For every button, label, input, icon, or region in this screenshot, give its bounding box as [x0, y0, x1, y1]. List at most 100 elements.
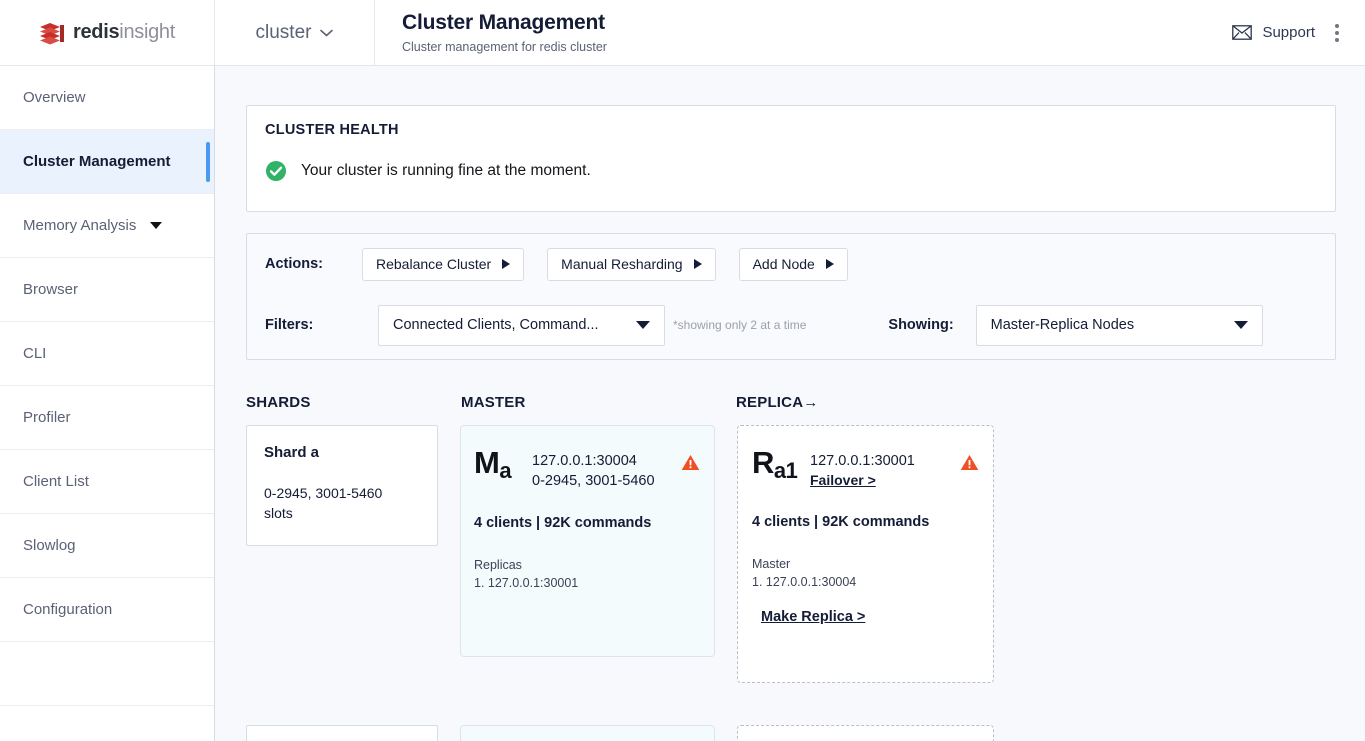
shard-row: Shard b Mb 127.0.0.1:30002 Rb1 [246, 725, 1336, 741]
replica-node-address: 127.0.0.1:30001 [810, 453, 915, 469]
replica-node-relation: Master 1. 127.0.0.1:30004 [752, 556, 979, 592]
column-header-master: MASTER [461, 394, 526, 411]
top-bar-actions: Support [1232, 19, 1365, 47]
main-content: CLUSTER HEALTH Your cluster is running f… [215, 66, 1365, 741]
sidebar-item-memory-analysis[interactable]: Memory Analysis [0, 194, 214, 258]
sidebar: Overview Cluster Management Memory Analy… [0, 66, 215, 741]
master-node-slots: 0-2945, 3001-5460 [532, 473, 655, 489]
warning-triangle-icon[interactable] [681, 448, 700, 471]
sidebar-spacer [0, 642, 214, 706]
cluster-selector[interactable]: cluster [215, 0, 375, 66]
cluster-health-title: CLUSTER HEALTH [265, 122, 399, 138]
replica-node-stats: 4 clients | 92K commands [752, 514, 930, 530]
manual-resharding-button[interactable]: Manual Resharding [547, 247, 716, 281]
replica-relation-value: 1. 127.0.0.1:30004 [752, 574, 857, 589]
showing-select[interactable]: Master-Replica Nodes [975, 304, 1263, 346]
column-header-shards: SHARDS [246, 394, 311, 411]
showing-selected-value: Master-Replica Nodes [990, 317, 1135, 333]
add-node-button[interactable]: Add Node [738, 247, 848, 281]
sidebar-item-label: Configuration [23, 601, 113, 618]
page-subtitle: Cluster management for redis cluster [402, 40, 607, 54]
master-relation-label: Replicas [474, 558, 522, 572]
replica-node-card[interactable]: Rb1 127.0.0.1:30006 [737, 725, 994, 741]
brand-bold: redis [72, 21, 120, 43]
brand-logo[interactable]: redisinsight [0, 0, 215, 66]
replica-badge-sub: a1 [773, 458, 798, 483]
sidebar-item-label: Browser [23, 281, 79, 298]
triangle-right-icon [502, 259, 511, 269]
cluster-health-message: Your cluster is running fine at the mome… [301, 162, 591, 179]
caret-down-icon [636, 321, 650, 329]
sidebar-item-label: Client List [23, 473, 89, 490]
manual-resharding-label: Manual Resharding [561, 256, 683, 272]
shard-slots: 0-2945, 3001-5460 slots [264, 485, 383, 522]
sidebar-item-overview[interactable]: Overview [0, 66, 214, 130]
brand-wordmark: redisinsight [73, 21, 175, 44]
replica-node-card[interactable]: Ra1 127.0.0.1:30001 Failover > 4 clients… [737, 425, 994, 683]
page-heading: Cluster Management Cluster management fo… [375, 11, 607, 54]
make-replica-link[interactable]: Make Replica > [761, 609, 865, 625]
actions-row: Actions: Rebalance Cluster Manual Reshar… [265, 234, 1335, 294]
cluster-grid: Shard a 0-2945, 3001-5460 slots Ma 127.0… [246, 425, 1336, 741]
shard-card[interactable]: Shard a 0-2945, 3001-5460 slots [246, 425, 438, 546]
cluster-health-panel: CLUSTER HEALTH Your cluster is running f… [246, 105, 1336, 212]
master-node-stats: 4 clients | 92K commands [474, 515, 652, 531]
top-bar: redisinsight cluster Cluster Management … [0, 0, 1365, 66]
triangle-right-icon [693, 259, 702, 269]
master-node-badge: Ma [474, 445, 532, 482]
filters-label: Filters: [265, 317, 314, 333]
actions-label: Actions: [265, 256, 323, 272]
sidebar-item-cluster-management[interactable]: Cluster Management [0, 130, 214, 194]
check-circle-icon [265, 160, 287, 182]
support-label: Support [1262, 24, 1315, 41]
filters-note: *showing only 2 at a time [673, 318, 807, 332]
master-node-relation: Replicas 1. 127.0.0.1:30001 [474, 557, 700, 593]
redis-logo-icon [39, 20, 65, 46]
chevron-down-icon [320, 29, 334, 37]
actions-filters-panel: Actions: Rebalance Cluster Manual Reshar… [246, 233, 1336, 360]
master-node-address: 127.0.0.1:30004 [532, 453, 637, 469]
master-node-card[interactable]: Ma 127.0.0.1:30004 0-2945, 3001-5460 4 c… [460, 425, 715, 657]
sidebar-item-label: Profiler [23, 409, 71, 426]
replica-node-badge: Ra1 [752, 445, 810, 482]
add-node-label: Add Node [752, 256, 815, 272]
master-node-card[interactable]: Mb 127.0.0.1:30002 [460, 725, 715, 741]
sidebar-item-label: CLI [23, 345, 47, 362]
sidebar-item-label: Cluster Management [23, 153, 171, 170]
kebab-menu-icon[interactable] [1325, 19, 1349, 47]
filters-select[interactable]: Connected Clients, Command... [378, 304, 665, 346]
caret-down-icon [150, 222, 163, 229]
replica-relation-label: Master [752, 557, 791, 571]
caret-down-icon [1233, 321, 1248, 329]
filters-selected-value: Connected Clients, Command... [393, 317, 599, 333]
column-header-replica: REPLICA→ [736, 394, 819, 411]
shard-row: Shard a 0-2945, 3001-5460 slots Ma 127.0… [246, 425, 1336, 725]
sidebar-item-configuration[interactable]: Configuration [0, 578, 214, 642]
failover-link[interactable]: Failover > [810, 472, 876, 488]
sidebar-item-client-list[interactable]: Client List [0, 450, 214, 514]
rebalance-cluster-label: Rebalance Cluster [376, 256, 492, 272]
sidebar-item-label: Slowlog [23, 537, 76, 554]
sidebar-item-cli[interactable]: CLI [0, 322, 214, 386]
master-badge-main: M [474, 445, 500, 480]
showing-label: Showing: [888, 317, 954, 333]
sidebar-item-slowlog[interactable]: Slowlog [0, 514, 214, 578]
rebalance-cluster-button[interactable]: Rebalance Cluster [362, 247, 525, 281]
sidebar-item-browser[interactable]: Browser [0, 258, 214, 322]
page-title: Cluster Management [402, 11, 605, 34]
shard-name: Shard a [264, 444, 320, 461]
sidebar-item-profiler[interactable]: Profiler [0, 386, 214, 450]
replica-badge-main: R [752, 445, 774, 480]
support-button[interactable]: Support [1232, 24, 1315, 41]
master-badge-sub: a [499, 458, 512, 483]
master-relation-value: 1. 127.0.0.1:30001 [474, 575, 579, 590]
filters-row: Filters: Connected Clients, Command... *… [265, 294, 1335, 356]
envelope-icon [1232, 25, 1253, 40]
sidebar-item-label: Overview [23, 89, 86, 106]
shard-card[interactable]: Shard b [246, 725, 438, 741]
warning-triangle-icon[interactable] [960, 448, 979, 471]
brand-light: insight [119, 21, 176, 43]
cluster-selector-label: cluster [255, 21, 312, 43]
sidebar-item-label: Memory Analysis [23, 217, 137, 234]
triangle-right-icon [825, 259, 834, 269]
